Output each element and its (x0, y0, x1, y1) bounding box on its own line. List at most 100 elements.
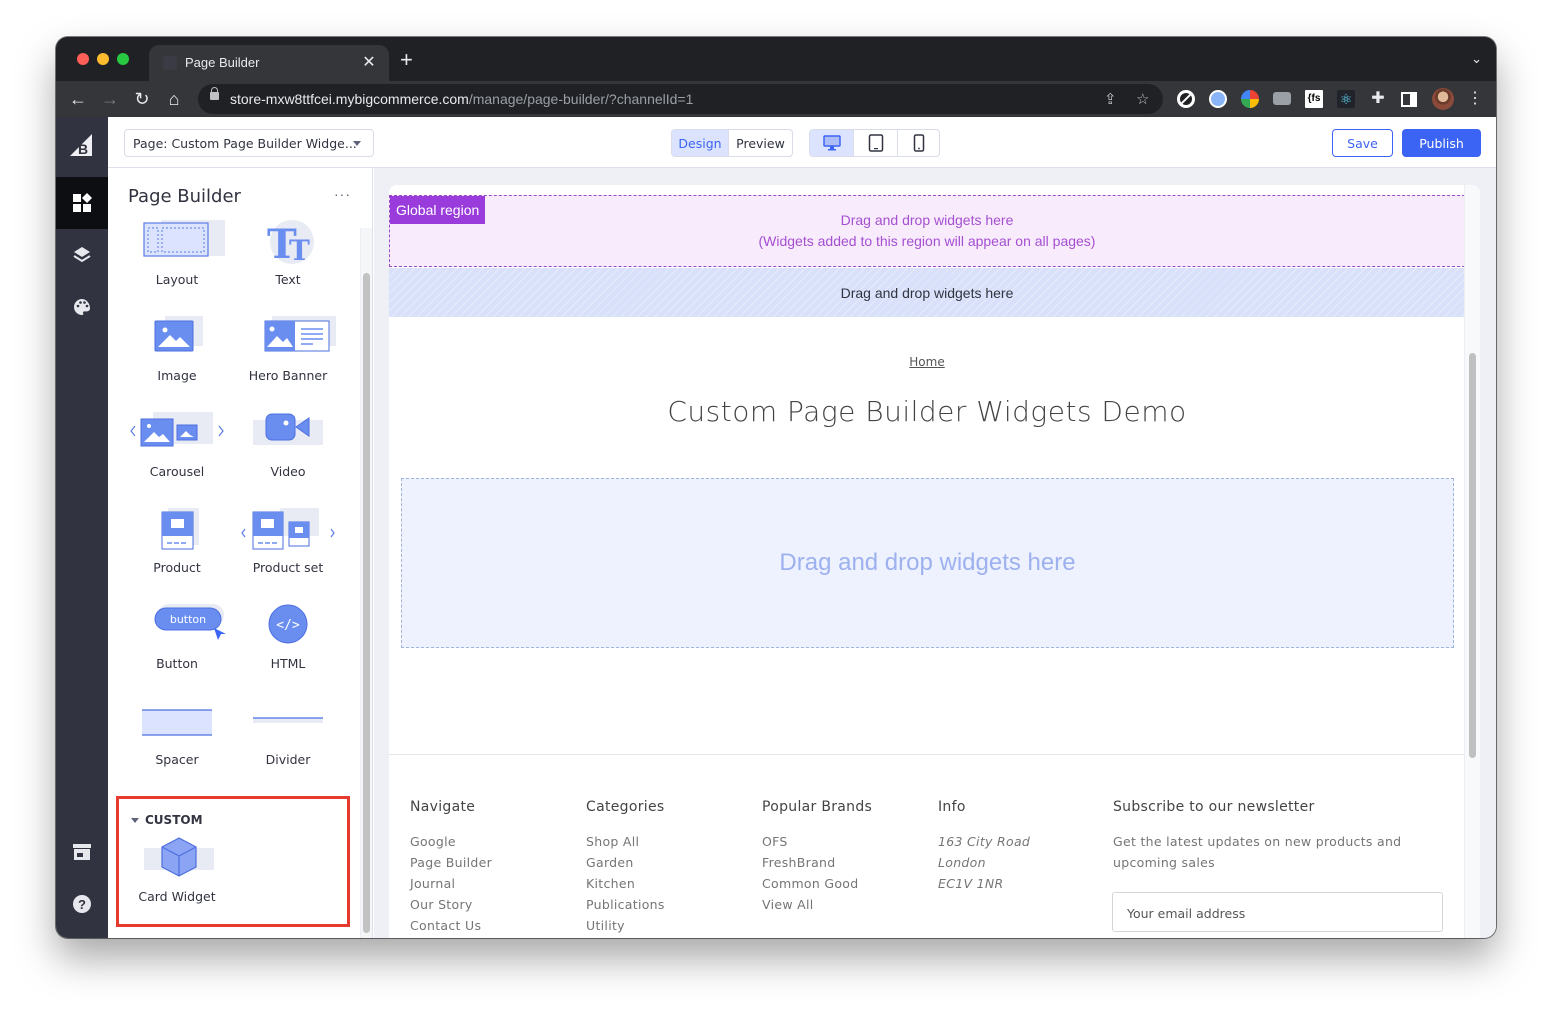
ad-block-icon[interactable] (1177, 90, 1195, 108)
breadcrumb-home-link[interactable]: Home (389, 355, 1465, 369)
address-bar[interactable]: store-mxw8ttfcei.mybigcommerce.com/manag… (198, 84, 1163, 114)
image-icon (154, 316, 203, 352)
new-tab-button[interactable]: + (400, 49, 413, 71)
maximize-window-button[interactable] (117, 53, 129, 65)
widget-panel: Page Builder ··· Layout TT Text Image He… (108, 168, 373, 938)
desktop-view-button[interactable] (810, 130, 854, 156)
widget-carousel[interactable]: Carousel (122, 412, 232, 492)
forward-arrow-icon[interactable]: → (98, 87, 122, 111)
widget-label: Product set (252, 560, 324, 575)
tab-close-icon[interactable]: ✕ (359, 52, 379, 72)
footer-link[interactable]: Page Builder (410, 852, 492, 873)
footer-link[interactable]: Our Story (410, 894, 492, 915)
desktop-icon (822, 135, 841, 151)
camera-icon[interactable] (1273, 92, 1291, 105)
widget-label: Image (157, 368, 197, 383)
url-text[interactable]: store-mxw8ttfcei.mybigcommerce.com/manag… (230, 91, 693, 107)
lastpass-icon[interactable] (1209, 90, 1227, 108)
header-region-dropzone[interactable]: Drag and drop widgets here (389, 268, 1465, 317)
canvas-scrollbar-thumb[interactable] (1469, 353, 1476, 758)
newsletter-email-input[interactable]: Your email address (1112, 892, 1443, 932)
widget-label: Product (153, 560, 201, 575)
widget-html[interactable]: </> HTML (233, 604, 343, 684)
nav-storefront-icon[interactable] (56, 826, 108, 878)
publish-button[interactable]: Publish (1402, 129, 1481, 157)
extensions-puzzle-icon[interactable]: ✚ (1369, 90, 1387, 108)
google-photos-icon[interactable] (1241, 90, 1259, 108)
more-menu-icon[interactable]: ⋮ (1466, 90, 1484, 108)
widget-divider[interactable]: Divider (233, 700, 343, 780)
widget-video[interactable]: Video (233, 412, 343, 492)
widget-card-widget[interactable]: Card Widget (122, 837, 232, 917)
fullstory-icon[interactable]: {fs (1305, 90, 1323, 108)
footer-link[interactable]: Google (410, 831, 492, 852)
mode-toggle: Design Preview (671, 129, 793, 157)
widget-label: Carousel (149, 464, 205, 479)
footer-categories: Categories Shop All Garden Kitchen Publi… (586, 799, 665, 936)
widget-product-set[interactable]: Product set (233, 508, 343, 588)
widget-image[interactable]: Image (122, 316, 232, 396)
bigcommerce-logo[interactable]: B (56, 117, 108, 174)
device-toggle (809, 129, 940, 157)
share-icon[interactable]: ⇪ (1104, 90, 1117, 108)
custom-widgets-section: CUSTOM Card Widget (116, 796, 350, 927)
close-window-button[interactable] (77, 53, 89, 65)
panel-title: Page Builder (128, 186, 241, 207)
nav-help-icon[interactable]: ? (56, 878, 108, 930)
tab-strip: Page Builder ✕ + ⌄ (56, 37, 1496, 81)
home-icon[interactable]: ⌂ (162, 87, 186, 111)
profile-avatar[interactable] (1432, 88, 1454, 110)
widget-layout[interactable]: Layout (122, 220, 232, 300)
footer-link[interactable]: Kitchen (586, 873, 665, 894)
widget-spacer[interactable]: Spacer (122, 700, 232, 780)
footer-link[interactable]: OFS (762, 831, 872, 852)
minimize-window-button[interactable] (97, 53, 109, 65)
panel-scrollbar-thumb[interactable] (363, 273, 370, 933)
bookmark-star-icon[interactable]: ☆ (1136, 90, 1149, 108)
widget-label: Card Widget (138, 889, 216, 904)
more-options-icon[interactable]: ··· (334, 186, 351, 202)
address-line: London (938, 855, 986, 870)
divider-icon (253, 717, 323, 723)
preview-tab[interactable]: Preview (729, 130, 792, 156)
canvas-scrollbar[interactable] (1464, 185, 1480, 938)
footer-link[interactable]: Common Good (762, 873, 872, 894)
react-devtools-icon[interactable]: ⚛ (1337, 90, 1355, 108)
widget-label: Layout (155, 272, 199, 287)
main-content-dropzone[interactable]: Drag and drop widgets here (401, 478, 1454, 648)
tablet-view-button[interactable] (854, 130, 898, 156)
footer-link[interactable]: Shop All (586, 831, 665, 852)
footer-link[interactable]: Garden (586, 852, 665, 873)
footer-link[interactable]: FreshBrand (762, 852, 872, 873)
tab-search-chevron-icon[interactable]: ⌄ (1471, 51, 1482, 67)
footer-link[interactable]: Contact Us (410, 915, 492, 936)
widget-label: Text (275, 272, 301, 287)
global-region-dropzone[interactable]: Global region Drag and drop widgets here… (389, 195, 1465, 267)
mobile-view-button[interactable] (898, 130, 939, 156)
nav-layers-icon[interactable] (56, 229, 108, 281)
footer-link[interactable]: View All (762, 894, 872, 915)
nav-theme-styles-palette-icon[interactable] (56, 281, 108, 333)
reload-icon[interactable]: ↻ (130, 87, 154, 111)
widget-label: Hero Banner (248, 368, 328, 383)
back-arrow-icon[interactable]: ← (66, 87, 90, 111)
footer-link[interactable]: Journal (410, 873, 492, 894)
design-tab[interactable]: Design (672, 130, 729, 156)
page-canvas: Global region Drag and drop widgets here… (374, 168, 1496, 938)
footer-link[interactable]: Utility (586, 915, 665, 936)
widget-product[interactable]: Product (122, 508, 232, 588)
panel-scrollbar[interactable] (360, 228, 372, 938)
widget-button[interactable]: button Button (122, 604, 232, 684)
save-button[interactable]: Save (1332, 129, 1393, 157)
footer-link[interactable]: Publications (586, 894, 665, 915)
custom-section-title: CUSTOM (145, 813, 203, 827)
custom-section-toggle[interactable]: CUSTOM (131, 813, 203, 827)
widget-hero-banner[interactable]: Hero Banner (233, 316, 343, 396)
widget-text[interactable]: TT Text (233, 220, 343, 300)
nav-widgets-icon[interactable] (56, 177, 108, 229)
button-icon: button (154, 604, 226, 640)
browser-tab[interactable]: Page Builder ✕ (149, 45, 389, 81)
side-panel-icon[interactable] (1401, 92, 1417, 107)
builder-topbar: Page: Custom Page Builder Widge... Desig… (108, 117, 1496, 168)
page-selector-dropdown[interactable]: Page: Custom Page Builder Widge... (124, 129, 374, 157)
